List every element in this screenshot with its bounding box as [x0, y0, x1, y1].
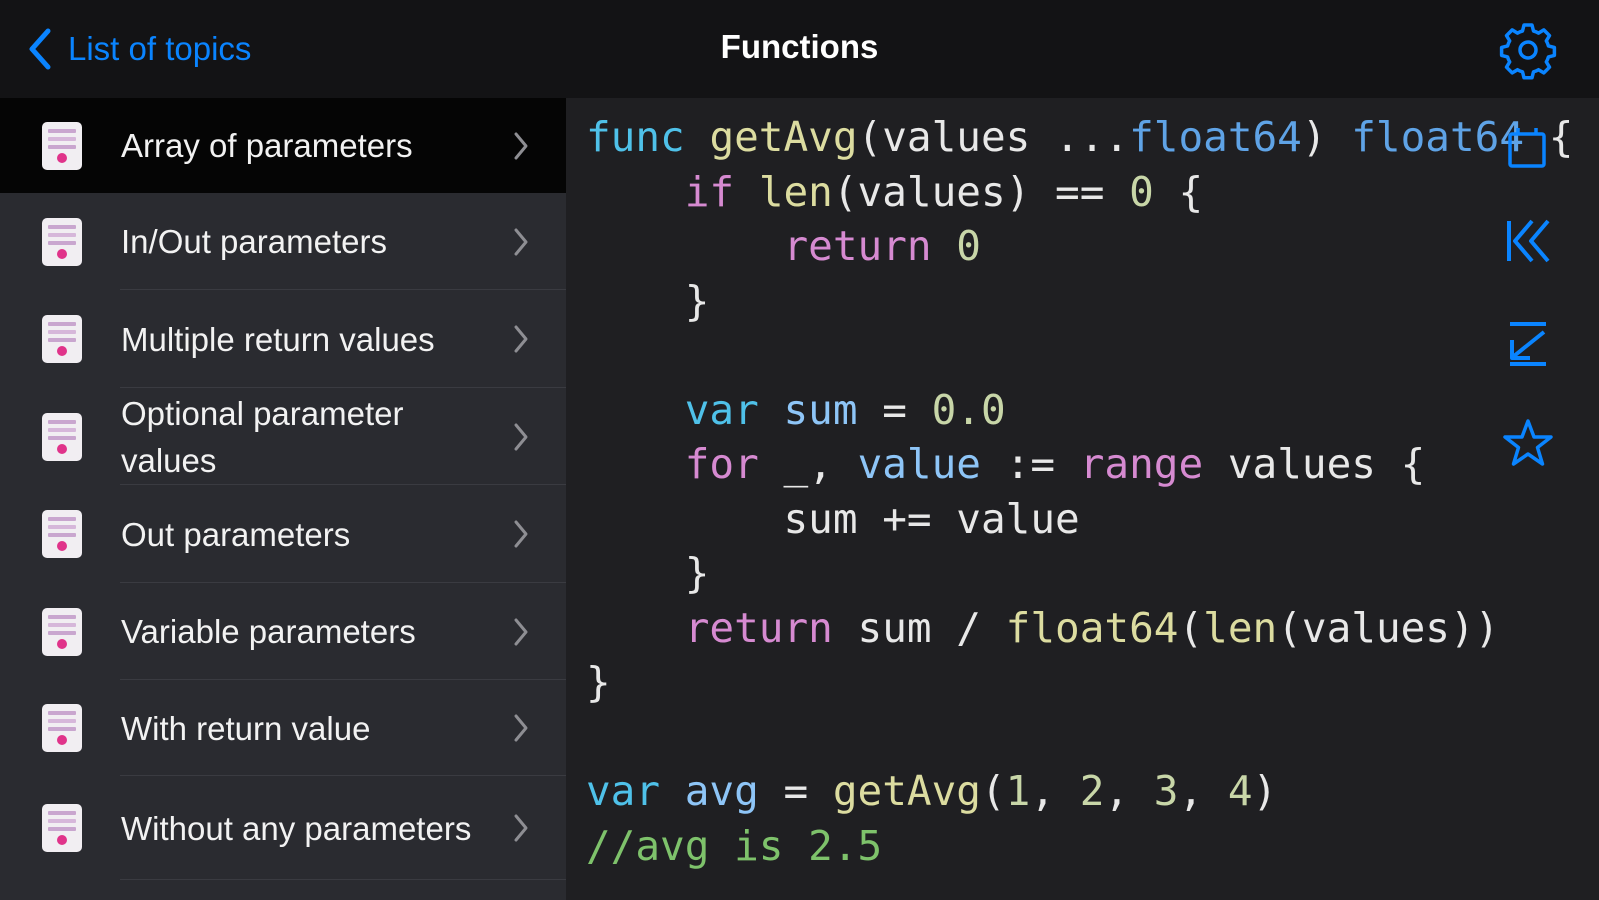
topic-row[interactable]: Out parameters	[0, 485, 566, 583]
topic-row[interactable]: Without any parameters	[0, 776, 566, 880]
code-file-icon	[42, 217, 82, 266]
topic-row-label: Out parameters	[121, 515, 351, 553]
gear-icon[interactable]	[1498, 20, 1558, 80]
topic-row-label: In/Out parameters	[121, 223, 387, 260]
navigation-bar: List of topics Functions	[0, 0, 1599, 98]
chevron-right-icon	[514, 132, 528, 159]
topic-row[interactable]: Array of parameters	[0, 98, 566, 193]
topic-row-label: Multiple return values	[121, 320, 435, 358]
code-line: var sum = 0.0	[684, 385, 1006, 434]
code-line: return sum / float64(len(values))	[684, 603, 1500, 652]
star-icon[interactable]	[1500, 416, 1556, 472]
code-file-icon	[42, 121, 82, 170]
code-file-icon	[42, 804, 82, 852]
code-file-icon	[42, 315, 82, 363]
chevron-right-icon	[514, 325, 528, 353]
code-line: if len(values) == 0 {	[684, 167, 1204, 216]
chevron-right-icon	[514, 618, 528, 645]
code-line: var avg = getAvg(1, 2, 3, 4)	[586, 767, 1278, 815]
chevron-right-icon	[514, 814, 528, 842]
topic-row[interactable]: With return value	[0, 680, 566, 776]
jump-to-start-icon[interactable]	[1500, 213, 1556, 269]
code-line: sum += value	[586, 494, 1080, 543]
code-line: return 0	[783, 222, 981, 270]
topic-row[interactable]: Optional parameter values	[0, 388, 566, 485]
code-file-icon	[42, 510, 82, 558]
chevron-right-icon	[514, 520, 528, 548]
code-line: }	[586, 658, 611, 706]
topic-row[interactable]: Variable parameters	[0, 583, 566, 680]
topic-row[interactable]: Multiple return values	[0, 290, 566, 388]
code-file-icon	[42, 607, 82, 656]
code-file-icon	[42, 704, 82, 752]
topic-row-label: Array of parameters	[121, 127, 413, 164]
code-file-icon	[42, 412, 82, 461]
code-block: func getAvg(values ...float64) float64 {…	[586, 110, 1573, 873]
chevron-right-icon	[514, 228, 528, 255]
chevron-right-icon	[514, 423, 528, 450]
code-line: func getAvg(values ...float64) float64 {	[586, 113, 1574, 161]
topic-row-label: Without any parameters	[121, 809, 472, 847]
row-separator	[120, 879, 566, 880]
page-title: Functions	[720, 28, 879, 65]
topic-row-label: Variable parameters	[121, 613, 416, 650]
topic-row-label: With return value	[121, 709, 371, 747]
code-line: }	[586, 276, 710, 325]
collapse-icon[interactable]	[1500, 316, 1556, 372]
chevron-right-icon	[514, 714, 528, 742]
code-line: //avg is 2.5	[586, 821, 883, 870]
copy-icon[interactable]	[1500, 120, 1556, 176]
code-panel: func getAvg(values ...float64) float64 {…	[566, 98, 1599, 900]
code-line: for _, value := range values {	[684, 440, 1426, 488]
topics-list: Array of parameters In/Out parameters Mult…	[0, 98, 566, 900]
topic-row-label: Optional parameter values	[121, 394, 404, 479]
topic-row[interactable]: In/Out parameters	[0, 193, 566, 290]
code-line: }	[586, 549, 710, 597]
